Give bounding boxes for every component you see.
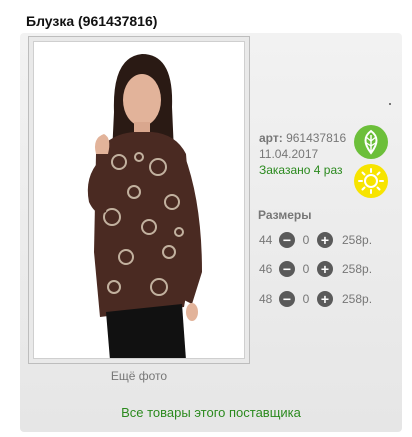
leaf-badge[interactable] — [354, 125, 388, 159]
quantity-value: 0 — [302, 233, 310, 247]
decorative-dot — [389, 103, 391, 105]
article-value: 961437816 — [286, 131, 347, 145]
photo-image[interactable] — [33, 41, 245, 359]
minus-button[interactable]: − — [279, 232, 295, 248]
quantity-value: 0 — [302, 292, 310, 306]
more-photos-link[interactable]: Ещё фото — [28, 369, 250, 383]
product-date: 11.04.2017 — [259, 147, 319, 161]
size-price: 258р. — [342, 233, 373, 247]
quantity-value: 0 — [302, 262, 310, 276]
size-price: 258р. — [342, 292, 373, 306]
supplier-products-link[interactable]: Все товары этого поставщика — [20, 405, 402, 420]
size-value: 44 — [259, 233, 273, 247]
sun-badge[interactable] — [354, 164, 388, 198]
minus-button[interactable]: − — [279, 291, 295, 307]
sun-icon — [358, 168, 384, 194]
size-row: 44 − 0 + 258р. — [259, 231, 372, 249]
size-row: 48 − 0 + 258р. — [259, 290, 372, 308]
ordered-count: Заказано 4 раз — [259, 163, 343, 177]
article-label: арт: — [259, 131, 283, 145]
product-photo[interactable] — [28, 36, 250, 364]
size-row: 46 − 0 + 258р. — [259, 260, 372, 278]
leaf-icon — [364, 129, 378, 155]
product-title: Блузка (961437816) — [26, 13, 158, 29]
minus-button[interactable]: − — [279, 261, 295, 277]
size-price: 258р. — [342, 262, 373, 276]
plus-button[interactable]: + — [317, 232, 333, 248]
plus-button[interactable]: + — [317, 261, 333, 277]
plus-button[interactable]: + — [317, 291, 333, 307]
sizes-title: Размеры — [258, 208, 312, 222]
model-illustration — [34, 42, 244, 358]
size-value: 48 — [259, 292, 273, 306]
size-value: 46 — [259, 262, 273, 276]
product-info: арт: 961437816 11.04.2017 Заказано 4 раз — [259, 130, 346, 178]
